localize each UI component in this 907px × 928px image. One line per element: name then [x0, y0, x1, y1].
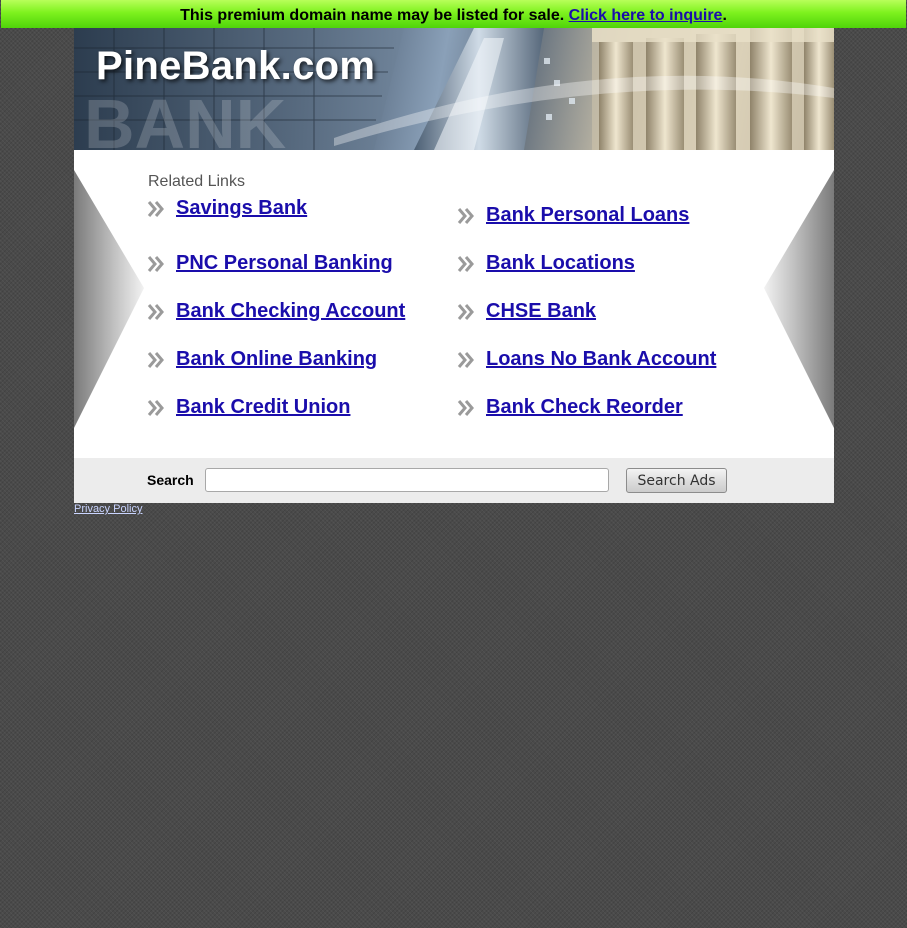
related-link-loans-no-bank-account[interactable]: Loans No Bank Account: [486, 348, 716, 371]
search-input[interactable]: [205, 468, 609, 492]
related-link-bank-checking-account[interactable]: Bank Checking Account: [176, 300, 405, 323]
double-chevron-right-icon: [457, 399, 474, 416]
related-link-bank-locations[interactable]: Bank Locations: [486, 252, 635, 275]
related-link-bank-check-reorder[interactable]: Bank Check Reorder: [486, 396, 683, 419]
related-links-heading: Related Links: [148, 173, 245, 190]
search-label: Search: [147, 472, 194, 488]
search-bar: Search Search Ads: [74, 458, 834, 503]
double-chevron-right-icon: [147, 255, 164, 272]
related-link-bank-personal-loans[interactable]: Bank Personal Loans: [486, 204, 689, 227]
inquire-link[interactable]: Click here to inquire: [569, 7, 723, 24]
double-chevron-right-icon: [457, 351, 474, 368]
double-chevron-right-icon: [147, 200, 164, 217]
list-item: CHSE Bank: [456, 300, 596, 323]
related-link-bank-credit-union[interactable]: Bank Credit Union: [176, 396, 350, 419]
search-ads-button[interactable]: Search Ads: [626, 468, 727, 493]
double-chevron-right-icon: [147, 399, 164, 416]
double-chevron-right-icon: [457, 255, 474, 272]
sale-banner-period: .: [722, 7, 727, 24]
list-item: Bank Locations: [456, 252, 635, 275]
double-chevron-right-icon: [147, 351, 164, 368]
sale-banner: This premium domain name may be listed f…: [1, 0, 906, 28]
list-item: Bank Personal Loans: [456, 204, 689, 227]
double-chevron-right-icon: [457, 207, 474, 224]
double-chevron-right-icon: [147, 303, 164, 320]
list-item: Bank Check Reorder: [456, 396, 683, 419]
header-banner-image: BANK PineBank.com: [74, 28, 834, 150]
svg-text:BANK: BANK: [84, 85, 286, 150]
list-item: Bank Credit Union: [146, 396, 350, 419]
list-item: Bank Online Banking: [146, 348, 377, 371]
related-links-panel: Related Links Savings Bank PNC Personal …: [74, 150, 834, 458]
privacy-policy-link[interactable]: Privacy Policy: [74, 503, 142, 515]
list-item: Loans No Bank Account: [456, 348, 716, 371]
related-link-savings-bank[interactable]: Savings Bank: [176, 197, 307, 220]
site-title: PineBank.com: [96, 44, 376, 88]
related-link-pnc-personal-banking[interactable]: PNC Personal Banking: [176, 252, 393, 275]
list-item: PNC Personal Banking: [146, 252, 393, 275]
left-decorative-arrow: [74, 170, 144, 428]
related-link-bank-online-banking[interactable]: Bank Online Banking: [176, 348, 377, 371]
right-decorative-arrow: [764, 170, 834, 428]
sale-banner-text: This premium domain name may be listed f…: [180, 7, 565, 24]
list-item: Savings Bank: [146, 197, 307, 220]
double-chevron-right-icon: [457, 303, 474, 320]
list-item: Bank Checking Account: [146, 300, 405, 323]
related-link-chse-bank[interactable]: CHSE Bank: [486, 300, 596, 323]
